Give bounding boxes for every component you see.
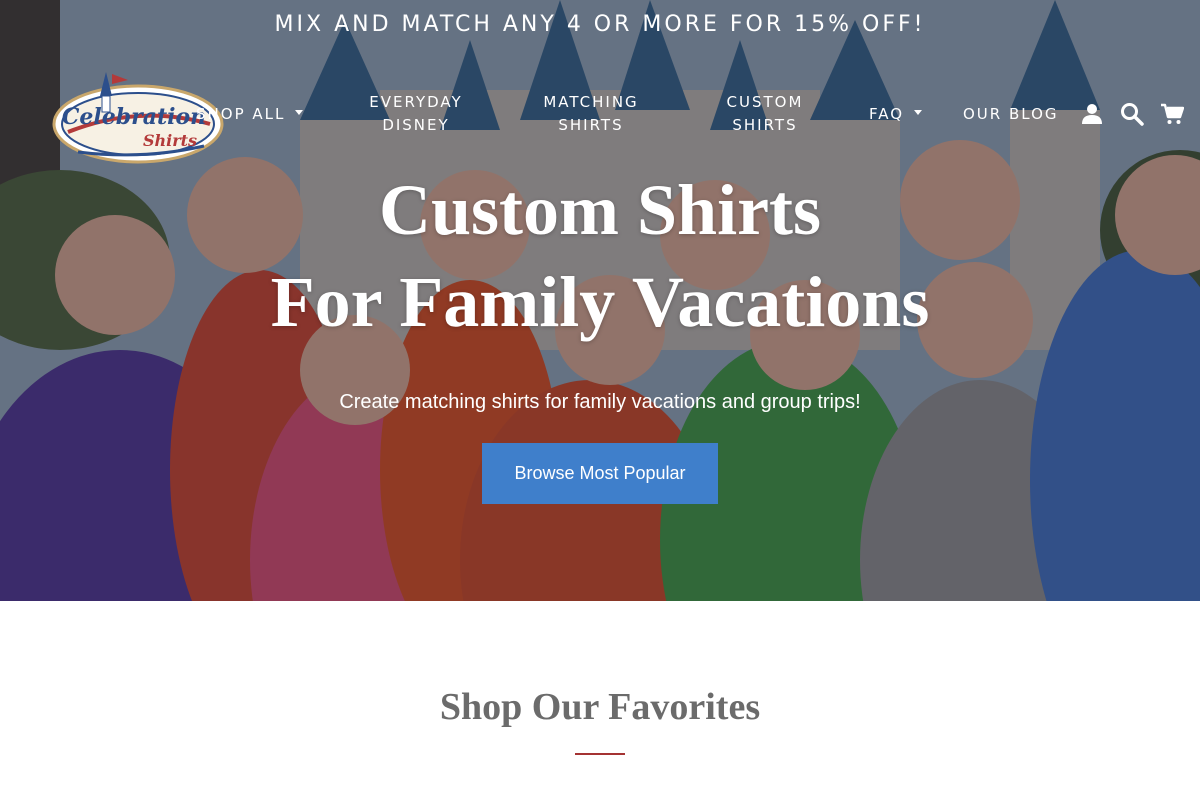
shop-our-favorites-heading: Shop Our Favorites [439,686,761,728]
nav-everyday-disney-line1: EVERYDAY [369,93,463,111]
cart-icon[interactable] [1160,102,1184,126]
nav-everyday-disney[interactable]: EVERYDAY DISNEY [364,91,468,137]
nav-custom-shirts-line1: CUSTOM [726,93,804,111]
hero-banner: MIX AND MATCH ANY 4 OR MORE FOR 15% OFF!… [0,0,1200,601]
nav-matching-shirts-line2: SHIRTS [558,116,624,134]
hero-subtitle: Create matching shirts for family vacati… [339,391,861,413]
nav-matching-shirts-line1: MATCHING [543,93,639,111]
nav-shop-all[interactable]: SHOP ALL [196,103,304,126]
hero-title-line2: For Family Vacations [270,262,930,342]
nav-faq-label: FAQ [869,105,905,123]
hero-title: Custom Shirts For Family Vacations [0,164,1200,348]
search-icon[interactable] [1120,102,1144,126]
main-nav: SHOP ALL EVERYDAY DISNEY MATCHING SHIRTS… [0,88,1200,144]
nav-our-blog-label: OUR BLOG [963,105,1059,123]
chevron-down-icon [914,110,923,115]
hero-title-line1: Custom Shirts [378,170,822,250]
nav-matching-shirts[interactable]: MATCHING SHIRTS [538,91,644,137]
chevron-down-icon [295,110,304,115]
nav-custom-shirts-line2: SHIRTS [732,116,798,134]
browse-most-popular-button[interactable]: Browse Most Popular [482,443,718,504]
announcement-bar[interactable]: MIX AND MATCH ANY 4 OR MORE FOR 15% OFF! [0,10,1200,40]
nav-custom-shirts[interactable]: CUSTOM SHIRTS [720,91,810,137]
nav-everyday-disney-line2: DISNEY [382,116,450,134]
nav-shop-all-label: SHOP ALL [196,105,286,123]
section-divider [575,753,625,755]
nav-our-blog[interactable]: OUR BLOG [963,103,1059,126]
nav-faq[interactable]: FAQ [869,103,923,126]
account-icon[interactable] [1080,102,1104,126]
